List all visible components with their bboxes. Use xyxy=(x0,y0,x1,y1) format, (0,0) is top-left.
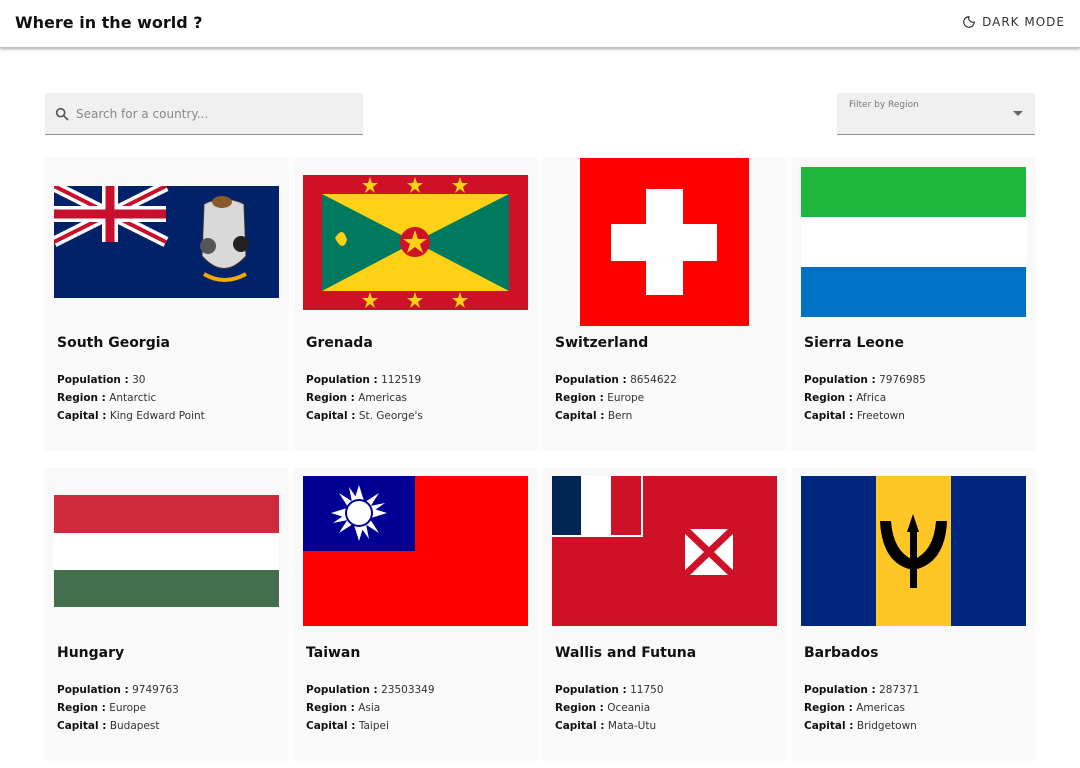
region-row: Region : Americas xyxy=(306,392,408,404)
population-row: Population : 23503349 xyxy=(306,684,435,696)
country-name: Hungary xyxy=(57,645,125,661)
search-box[interactable] xyxy=(45,93,363,135)
flag-wallis-and-futuna xyxy=(552,476,777,626)
country-card-wallis-and-futuna[interactable]: Wallis and Futuna Population : 11750 Reg… xyxy=(543,468,786,759)
country-card-sierra-leone[interactable]: Sierra Leone Population : 7976985 Region… xyxy=(792,158,1035,449)
moon-icon xyxy=(963,16,975,28)
capital-row: Capital : Bern xyxy=(555,410,633,422)
flag-hungary xyxy=(54,495,279,607)
country-name: South Georgia xyxy=(57,335,170,351)
country-card-hungary[interactable]: Hungary Population : 9749763 Region : Eu… xyxy=(45,468,288,759)
capital-row: Capital : Freetown xyxy=(804,410,905,422)
region-row: Region : Oceania xyxy=(555,702,651,714)
population-row: Population : 8654622 xyxy=(555,374,677,386)
capital-row: Capital : Bridgetown xyxy=(804,720,917,732)
flag-south-georgia xyxy=(54,186,279,298)
country-name: Barbados xyxy=(804,645,879,661)
capital-row: Capital : Budapest xyxy=(57,720,160,732)
country-name: Taiwan xyxy=(306,645,361,661)
flag-taiwan xyxy=(303,476,528,626)
filter-label: Filter by Region xyxy=(849,100,919,110)
region-row: Region : Europe xyxy=(57,702,147,714)
population-row: Population : 7976985 xyxy=(804,374,926,386)
country-name: Switzerland xyxy=(555,335,649,351)
population-row: Population : 287371 xyxy=(804,684,920,696)
dark-mode-label: DARK MODE xyxy=(982,15,1065,29)
country-card-taiwan[interactable]: Taiwan Population : 23503349 Region : As… xyxy=(294,468,537,759)
country-name: Grenada xyxy=(306,335,373,351)
region-row: Region : Antarctic xyxy=(57,392,157,404)
top-bar: Where in the world ? DARK MODE xyxy=(0,0,1080,48)
dark-mode-toggle[interactable]: DARK MODE xyxy=(962,15,1065,29)
flag-switzerland xyxy=(580,158,749,326)
capital-row: Capital : Taipei xyxy=(306,720,389,732)
population-row: Population : 112519 xyxy=(306,374,422,386)
country-card-grenada[interactable]: Grenada Population : 112519 Region : Ame… xyxy=(294,158,537,449)
search-icon xyxy=(55,107,69,121)
country-name: Wallis and Futuna xyxy=(555,645,697,661)
flag-sierra-leone xyxy=(801,167,1026,317)
capital-row: Capital : Mata-Utu xyxy=(555,720,657,732)
population-row: Population : 11750 xyxy=(555,684,664,696)
app-title: Where in the world ? xyxy=(15,13,203,32)
flag-barbados xyxy=(801,476,1026,626)
country-name: Sierra Leone xyxy=(804,335,905,351)
population-row: Population : 9749763 xyxy=(57,684,179,696)
region-row: Region : Asia xyxy=(306,702,381,714)
region-row: Region : Africa xyxy=(804,392,887,404)
region-row: Region : Europe xyxy=(555,392,645,404)
capital-row: Capital : King Edward Point xyxy=(57,410,205,422)
caret-down-icon xyxy=(1013,111,1023,116)
population-row: Population : 30 xyxy=(57,374,146,386)
search-input[interactable] xyxy=(76,106,336,121)
country-card-barbados[interactable]: Barbados Population : 287371 Region : Am… xyxy=(792,468,1035,759)
capital-row: Capital : St. George's xyxy=(306,410,423,422)
country-card-switzerland[interactable]: Switzerland Population : 8654622 Region … xyxy=(543,158,786,449)
region-row: Region : Americas xyxy=(804,702,906,714)
flag-grenada xyxy=(303,175,528,310)
region-filter-select[interactable]: Filter by Region xyxy=(837,93,1035,135)
country-card-south-georgia[interactable]: South Georgia Population : 30 Region : A… xyxy=(45,158,288,449)
